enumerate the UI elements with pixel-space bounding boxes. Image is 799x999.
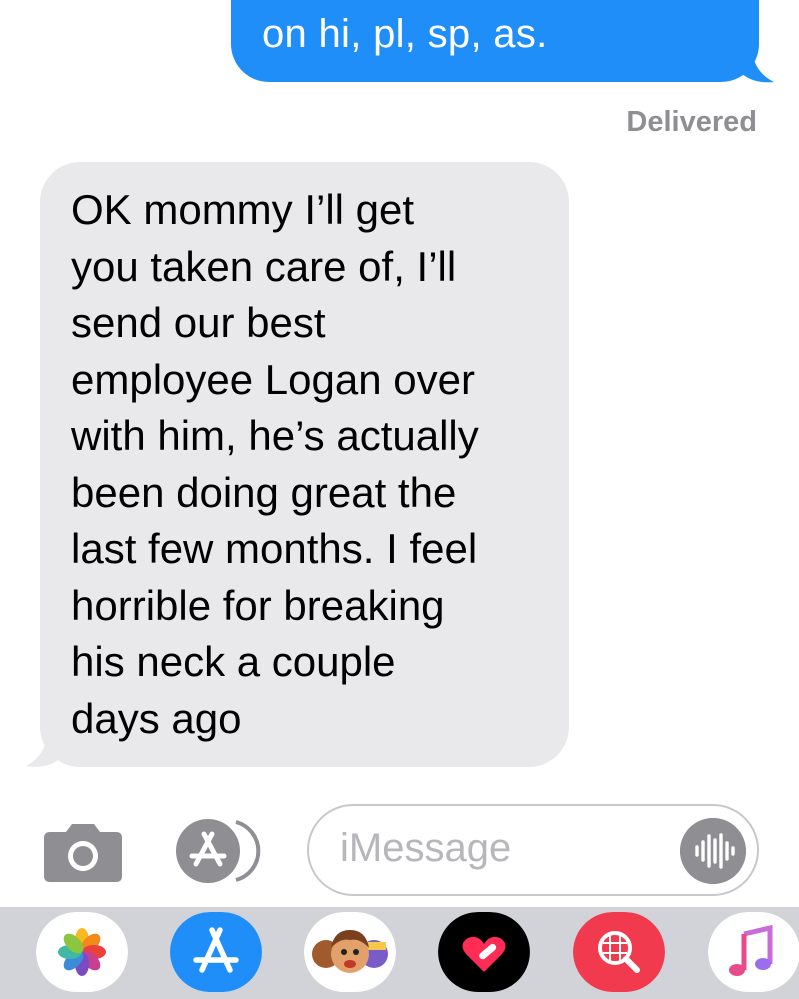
message-line: been doing great the [71, 468, 457, 516]
sent-message-text: on hi, pl, sp, as. [262, 12, 548, 56]
sent-bubble-tail [740, 50, 774, 83]
message-line: you taken care of, I’ll [71, 242, 457, 290]
images-search-icon[interactable] [573, 912, 665, 992]
imessage-placeholder: iMessage [340, 826, 512, 870]
photos-icon[interactable] [36, 912, 128, 992]
message-line: OK mommy I’ll get [71, 186, 415, 233]
music-icon[interactable] [708, 912, 799, 992]
received-bubble-tail [26, 730, 62, 767]
message-line: last few months. I feel [71, 525, 478, 572]
audio-waveform-icon[interactable] [680, 818, 746, 884]
app-store-icon[interactable] [174, 818, 266, 884]
memoji-icon[interactable] [304, 912, 396, 992]
message-line: his neck a couple [71, 638, 396, 685]
camera-icon[interactable] [44, 822, 122, 882]
message-line: horrible for breaking [71, 581, 445, 629]
message-line: days ago [71, 694, 242, 742]
received-message-text: OK mommy I’ll get you taken care of, I’l… [71, 182, 551, 747]
app-store-icon[interactable] [170, 912, 262, 992]
delivery-status: Delivered [626, 106, 757, 138]
message-line: send our best [71, 299, 326, 346]
message-line: employee Logan over [71, 355, 475, 403]
digital-touch-icon[interactable] [438, 912, 530, 992]
message-line: with him, he’s actually [71, 412, 479, 459]
